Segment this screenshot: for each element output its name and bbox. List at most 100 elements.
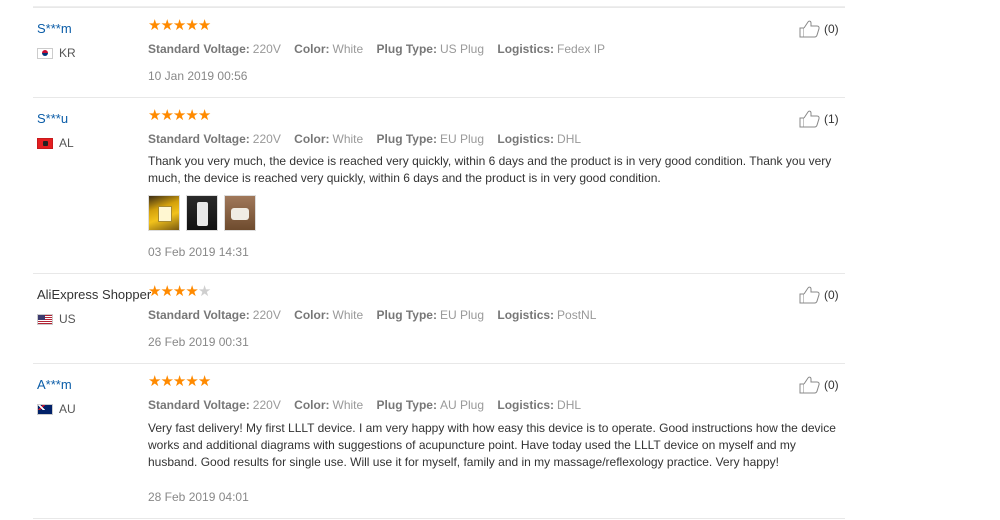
logistics-label: Logistics:: [497, 42, 555, 56]
reviewer-country: AL: [37, 136, 74, 150]
star-filled-icon: ★: [185, 17, 198, 34]
star-filled-icon: ★: [160, 17, 173, 34]
plug-label: Plug Type:: [376, 398, 437, 412]
review-item: A***m AU ★★★★★ Standard Voltage: 220V Col…: [33, 363, 845, 519]
color-value: White: [332, 42, 364, 56]
color-label: Color:: [294, 398, 330, 412]
review-photo-thumbnail[interactable]: [224, 195, 256, 231]
voltage-label: Standard Voltage:: [148, 308, 250, 322]
star-rating: ★★★★★: [148, 283, 211, 301]
helpful-button[interactable]: (0): [799, 20, 839, 38]
helpful-count: (0): [824, 22, 839, 36]
logistics-value: DHL: [557, 398, 582, 412]
star-rating: ★★★★★: [148, 107, 211, 125]
color-label: Color:: [294, 308, 330, 322]
star-filled-icon: ★: [172, 107, 186, 124]
voltage-value: 220V: [252, 42, 281, 56]
star-filled-icon: ★: [148, 283, 161, 300]
order-attributes: Standard Voltage: 220V Color: White Plug T…: [148, 308, 606, 322]
bottom-divider: [33, 518, 845, 519]
south-korea-flag-icon: [37, 47, 53, 59]
thumbs-up-icon[interactable]: [799, 286, 821, 304]
plug-value: EU Plug: [439, 308, 485, 322]
plug-value: AU Plug: [439, 398, 485, 412]
logistics-label: Logistics:: [497, 308, 555, 322]
star-filled-icon: ★: [148, 107, 161, 124]
reviewer-name[interactable]: A***m: [37, 377, 72, 392]
review-photo-thumbnail[interactable]: [148, 195, 180, 231]
color-label: Color:: [294, 42, 330, 56]
reviewer-name[interactable]: S***u: [37, 111, 68, 126]
review-text: Very fast delivery! My first LLLT device…: [148, 421, 836, 469]
country-code: KR: [59, 46, 76, 60]
star-filled-icon: ★: [197, 17, 211, 34]
voltage-value: 220V: [252, 132, 281, 146]
review-photo-thumbnail[interactable]: [186, 195, 218, 231]
australia-flag-icon: [37, 403, 53, 415]
voltage-value: 220V: [252, 308, 281, 322]
review-text: Thank you very much, the device is reach…: [148, 154, 832, 185]
us-flag-icon: [37, 313, 53, 325]
color-value: White: [332, 132, 364, 146]
color-value: White: [332, 398, 364, 412]
plug-label: Plug Type:: [376, 132, 437, 146]
order-attributes: Standard Voltage: 220V Color: White Plug T…: [148, 42, 615, 56]
star-filled-icon: ★: [185, 107, 198, 124]
star-filled-icon: ★: [160, 107, 173, 124]
star-filled-icon: ★: [197, 373, 211, 390]
helpful-count: (1): [824, 112, 839, 126]
country-code: AL: [59, 136, 74, 150]
country-code: US: [59, 312, 76, 326]
review-item: S***u AL ★★★★★ Standard Voltage: 220V Col…: [33, 97, 845, 274]
helpful-button[interactable]: (0): [799, 376, 839, 394]
review-date: 26 Feb 2019 00:31: [148, 335, 249, 349]
plug-label: Plug Type:: [376, 308, 437, 322]
thumbs-up-icon[interactable]: [799, 376, 821, 394]
plug-value: US Plug: [439, 42, 485, 56]
star-filled-icon: ★: [185, 373, 198, 390]
reviewer-country: US: [37, 312, 76, 326]
star-empty-icon: ★: [197, 283, 211, 300]
star-filled-icon: ★: [148, 373, 161, 390]
helpful-count: (0): [824, 288, 839, 302]
albania-flag-icon: [37, 137, 53, 149]
review-date: 10 Jan 2019 00:56: [148, 69, 248, 83]
voltage-value: 220V: [252, 398, 281, 412]
star-filled-icon: ★: [160, 373, 173, 390]
plug-value: EU Plug: [439, 132, 485, 146]
star-filled-icon: ★: [185, 283, 198, 300]
helpful-button[interactable]: (0): [799, 286, 839, 304]
reviewer-country: KR: [37, 46, 76, 60]
star-filled-icon: ★: [160, 283, 173, 300]
order-attributes: Standard Voltage: 220V Color: White Plug T…: [148, 132, 591, 146]
color-value: White: [332, 308, 364, 322]
logistics-value: PostNL: [557, 308, 597, 322]
thumbs-up-icon[interactable]: [799, 20, 821, 38]
helpful-count: (0): [824, 378, 839, 392]
thumbs-up-icon[interactable]: [799, 110, 821, 128]
star-rating: ★★★★★: [148, 17, 211, 35]
star-filled-icon: ★: [172, 17, 186, 34]
logistics-label: Logistics:: [497, 132, 555, 146]
plug-label: Plug Type:: [376, 42, 437, 56]
voltage-label: Standard Voltage:: [148, 132, 250, 146]
reviewer-country: AU: [37, 402, 76, 416]
reviewer-name[interactable]: S***m: [37, 21, 72, 36]
country-code: AU: [59, 402, 76, 416]
star-filled-icon: ★: [172, 283, 186, 300]
order-attributes: Standard Voltage: 220V Color: White Plug T…: [148, 398, 591, 412]
review-item: AliExpress Shopper US ★★★★★ Standard Vol…: [33, 273, 845, 364]
reviewer-name[interactable]: AliExpress Shopper: [37, 287, 151, 302]
review-date: 03 Feb 2019 14:31: [148, 245, 249, 259]
helpful-button[interactable]: (1): [799, 110, 839, 128]
voltage-label: Standard Voltage:: [148, 398, 250, 412]
review-photos: [148, 195, 256, 231]
star-filled-icon: ★: [148, 17, 161, 34]
star-rating: ★★★★★: [148, 373, 211, 391]
review-item: S***m KR ★★★★★ Standard Voltage: 220V Col…: [33, 7, 845, 98]
review-date: 28 Feb 2019 04:01: [148, 490, 249, 504]
logistics-value: DHL: [557, 132, 582, 146]
logistics-label: Logistics:: [497, 398, 555, 412]
star-filled-icon: ★: [197, 107, 211, 124]
voltage-label: Standard Voltage:: [148, 42, 250, 56]
